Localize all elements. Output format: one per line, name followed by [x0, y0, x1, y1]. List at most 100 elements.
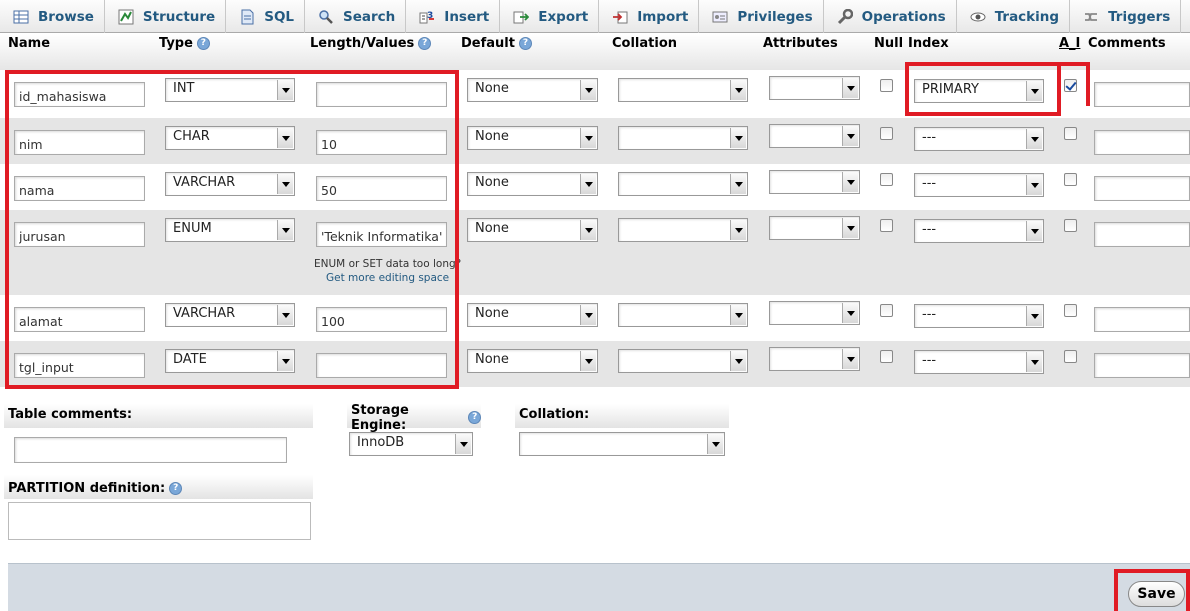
- chevron-down-icon: [842, 349, 858, 369]
- top-menu: Browse Structure SQL Search 3 Insert Export Imp…: [0, 0, 1190, 33]
- index-select[interactable]: ---: [914, 127, 1044, 151]
- chevron-down-icon: [1026, 352, 1042, 372]
- default-select[interactable]: None: [467, 126, 598, 150]
- header-name: Name: [8, 36, 51, 51]
- storage-engine-label: Storage Engine:?: [347, 403, 481, 433]
- chevron-down-icon: [730, 305, 746, 325]
- comments-input[interactable]: [1094, 82, 1190, 107]
- tab-structure[interactable]: Structure: [105, 0, 227, 33]
- index-select[interactable]: ---: [914, 219, 1044, 243]
- index-select[interactable]: ---: [914, 304, 1044, 328]
- auto-increment-checkbox[interactable]: [1064, 127, 1077, 140]
- tab-privileges[interactable]: Privileges: [699, 0, 824, 33]
- highlight-index-box: [905, 62, 1061, 116]
- chevron-down-icon: [580, 128, 596, 148]
- storage-engine-select[interactable]: InnoDB: [349, 432, 473, 456]
- attributes-select[interactable]: [769, 124, 860, 148]
- tracking-icon: [969, 9, 987, 25]
- null-checkbox[interactable]: [880, 304, 893, 317]
- help-icon[interactable]: ?: [468, 411, 481, 424]
- attributes-select[interactable]: [769, 347, 860, 371]
- auto-increment-checkbox[interactable]: [1064, 304, 1077, 317]
- chevron-down-icon: [842, 303, 858, 323]
- table-collation-select[interactable]: [519, 432, 725, 456]
- chevron-down-icon: [842, 126, 858, 146]
- default-select[interactable]: None: [467, 349, 598, 373]
- tab-triggers[interactable]: Triggers: [1070, 0, 1182, 33]
- default-select-value: None: [475, 81, 509, 96]
- operations-icon: [836, 8, 854, 25]
- table-comments-input[interactable]: [14, 437, 287, 463]
- index-select[interactable]: ---: [914, 173, 1044, 197]
- index-select[interactable]: ---: [914, 350, 1044, 374]
- chevron-down-icon: [1026, 306, 1042, 326]
- comments-input[interactable]: [1094, 222, 1190, 247]
- tab-operations[interactable]: Operations: [824, 0, 957, 33]
- default-select[interactable]: None: [467, 218, 598, 242]
- table-comments-label: Table comments:: [4, 404, 313, 428]
- chevron-down-icon: [580, 174, 596, 194]
- default-select[interactable]: None: [467, 78, 598, 102]
- chevron-down-icon: [730, 351, 746, 371]
- help-icon[interactable]: ?: [518, 37, 532, 50]
- tab-label: Import: [637, 8, 689, 25]
- comments-input[interactable]: [1094, 176, 1190, 201]
- tab-label: Operations: [861, 8, 946, 25]
- comments-input[interactable]: [1094, 353, 1190, 378]
- index-select-value: ---: [922, 176, 937, 191]
- null-checkbox[interactable]: [880, 127, 893, 140]
- auto-increment-checkbox[interactable]: [1064, 219, 1077, 232]
- tab-browse[interactable]: Browse: [0, 0, 105, 33]
- default-select[interactable]: None: [467, 303, 598, 327]
- bottom-bar: [8, 563, 1190, 611]
- tab-label: Export: [538, 8, 589, 25]
- partition-textarea[interactable]: [8, 502, 311, 540]
- tab-label: Privileges: [737, 8, 813, 25]
- chevron-down-icon: [730, 174, 746, 194]
- tab-insert[interactable]: 3 Insert: [406, 0, 501, 33]
- attributes-select[interactable]: [769, 170, 860, 194]
- collation-select[interactable]: [618, 126, 748, 150]
- tab-label: SQL: [264, 8, 295, 25]
- index-select-value: ---: [922, 222, 937, 237]
- comments-input[interactable]: [1094, 307, 1190, 332]
- index-select-value: ---: [922, 307, 937, 322]
- chevron-down-icon: [580, 220, 596, 240]
- tab-import[interactable]: Import: [599, 0, 700, 33]
- collation-label: Collation:: [515, 404, 729, 428]
- attributes-select[interactable]: [769, 301, 860, 325]
- default-select-value: None: [475, 175, 509, 190]
- null-checkbox[interactable]: [880, 79, 893, 92]
- help-icon[interactable]: ?: [418, 37, 432, 50]
- auto-increment-checkbox[interactable]: [1064, 350, 1077, 363]
- header-type: Type?: [159, 36, 210, 51]
- tab-export[interactable]: Export: [500, 0, 600, 33]
- attributes-select[interactable]: [769, 216, 860, 240]
- header-comments: Comments: [1088, 36, 1166, 51]
- sql-icon: [238, 9, 256, 25]
- null-checkbox[interactable]: [880, 219, 893, 232]
- chevron-down-icon: [580, 351, 596, 371]
- collation-select[interactable]: [618, 349, 748, 373]
- header-null: Null: [874, 36, 904, 51]
- null-checkbox[interactable]: [880, 350, 893, 363]
- default-select[interactable]: None: [467, 172, 598, 196]
- collation-select[interactable]: [618, 218, 748, 242]
- attributes-select[interactable]: [769, 76, 860, 100]
- default-select-value: None: [475, 352, 509, 367]
- comments-input[interactable]: [1094, 130, 1190, 155]
- header-default: Default?: [461, 36, 532, 51]
- collation-select[interactable]: [618, 303, 748, 327]
- tab-sql[interactable]: SQL: [226, 0, 306, 33]
- collation-select[interactable]: [618, 78, 748, 102]
- search-icon: [317, 9, 335, 25]
- help-icon[interactable]: ?: [196, 37, 210, 50]
- tab-label: Triggers: [1108, 8, 1171, 25]
- save-button[interactable]: Save: [1128, 581, 1185, 607]
- null-checkbox[interactable]: [880, 173, 893, 186]
- tab-search[interactable]: Search: [305, 0, 407, 33]
- collation-select[interactable]: [618, 172, 748, 196]
- help-icon[interactable]: ?: [169, 482, 183, 495]
- auto-increment-checkbox[interactable]: [1064, 173, 1077, 186]
- tab-tracking[interactable]: Tracking: [957, 0, 1071, 33]
